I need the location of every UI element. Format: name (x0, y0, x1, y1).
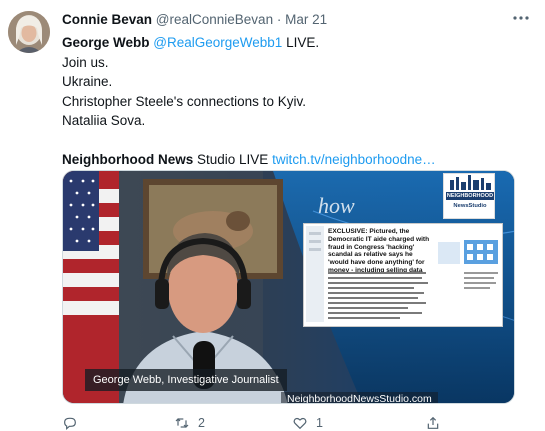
logo-line-1: NEIGHBORHOOD (446, 192, 494, 200)
website-caption: NeighborhoodNewsStudio.com (281, 392, 438, 403)
mention-link[interactable]: @RealGeorgeWebb1 (153, 35, 282, 50)
mention-name: George Webb (62, 35, 150, 50)
article-headline: EXCLUSIVE: Pictured, the Democratic IT a… (328, 228, 430, 274)
video-thumbnail[interactable]: how NEIGHBORHOOD NewsStudio EXCLUSIVE: P… (62, 170, 515, 404)
author-name[interactable]: Connie Bevan (62, 12, 152, 27)
header-separator: · (276, 12, 282, 27)
retweet-icon (175, 417, 189, 428)
line-1-rest: LIVE. (282, 35, 320, 50)
author-handle[interactable]: @realConnieBevan (156, 12, 273, 27)
reply-button[interactable] (62, 414, 78, 431)
like-count: 1 (316, 415, 323, 430)
tweet-line-1: George Webb @RealGeorgeWebb1 LIVE. (62, 33, 535, 53)
retweet-count: 2 (198, 415, 205, 430)
tweet-line-4: Christopher Steele's connections to Kyiv… (62, 93, 306, 109)
news-article-overlay: EXCLUSIVE: Pictured, the Democratic IT a… (303, 223, 503, 327)
retweet-button[interactable]: 2 (174, 414, 205, 431)
article-bullet-text (328, 272, 428, 319)
share-button[interactable] (425, 414, 441, 431)
share-icon (427, 416, 439, 429)
tweet[interactable]: Connie Bevan @realConnieBevan · Mar 21 G… (0, 0, 545, 431)
tweet-actions: 2 1 (62, 414, 462, 431)
tweet-line-6: Neighborhood News Studio LIVE twitch.tv/… (62, 150, 535, 170)
twitch-link[interactable]: twitch.tv/neighborhoodne… (272, 152, 436, 167)
tweet-text: George Webb @RealGeorgeWebb1 LIVE. Join … (62, 33, 535, 170)
tweet-date[interactable]: Mar 21 (285, 12, 327, 27)
like-button[interactable]: 1 (292, 414, 323, 431)
article-sidebar (436, 228, 500, 324)
studio-logo: NEIGHBORHOOD NewsStudio (443, 173, 495, 219)
line-6-rest: Studio LIVE (193, 152, 273, 167)
reply-icon (64, 417, 76, 430)
avatar-image (8, 11, 50, 53)
tweet-header: Connie Bevan @realConnieBevan · Mar 21 (62, 12, 533, 32)
heart-icon (293, 417, 307, 429)
tweet-line-3: Ukraine. (62, 74, 113, 89)
tweet-line-2: Join us. (62, 54, 109, 70)
studio-watermark: how (318, 193, 355, 218)
studio-name: Neighborhood News (62, 152, 194, 167)
more-options-icon[interactable] (509, 8, 533, 28)
tweet-line-5: Nataliia Sova. (62, 113, 146, 128)
lower-third-caption: George Webb, Investigative Journalist (85, 369, 287, 391)
avatar[interactable] (8, 11, 50, 53)
logo-line-2: NewsStudio (453, 203, 487, 209)
